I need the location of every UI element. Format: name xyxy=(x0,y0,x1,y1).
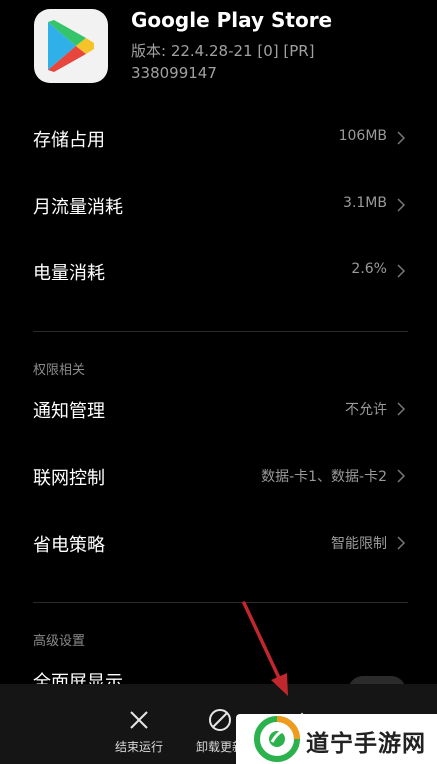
row-value: 2.6% xyxy=(351,261,387,277)
google-play-icon xyxy=(34,9,108,83)
watermark-logo-icon xyxy=(254,716,300,762)
row-label: 联网控制 xyxy=(33,468,105,489)
row-value: 智能限制 xyxy=(331,536,387,552)
watermark-badge: 道宁手游网 xyxy=(236,714,437,764)
row-label: 月流量消耗 xyxy=(33,197,123,218)
battery-usage-row[interactable]: 电量消耗 2.6% xyxy=(0,245,437,301)
force-stop-button[interactable]: 结束运行 xyxy=(99,684,179,764)
row-value: 106MB xyxy=(338,128,387,144)
row-value: 不允许 xyxy=(345,402,387,418)
divider xyxy=(33,331,408,332)
section-header-advanced: 高级设置 xyxy=(33,634,86,649)
row-label: 通知管理 xyxy=(33,401,105,422)
chevron-right-icon xyxy=(397,402,406,416)
watermark-text: 道宁手游网 xyxy=(306,731,426,757)
notification-management-row[interactable]: 通知管理 不允许 xyxy=(0,383,437,439)
chevron-right-icon xyxy=(397,536,406,550)
app-header: Google Play Store 版本: 22.4.28-21 [0] [PR… xyxy=(0,0,437,100)
force-stop-label: 结束运行 xyxy=(114,740,163,754)
row-label: 省电策略 xyxy=(33,535,105,556)
close-icon xyxy=(130,711,148,729)
chevron-right-icon xyxy=(397,469,406,483)
chevron-right-icon xyxy=(397,198,406,212)
divider xyxy=(33,602,408,603)
row-value: 数据-卡1、数据-卡2 xyxy=(261,469,387,485)
data-usage-row[interactable]: 月流量消耗 3.1MB xyxy=(0,179,437,235)
app-version: 版本: 22.4.28-21 [0] [PR] xyxy=(131,42,315,60)
storage-usage-row[interactable]: 存储占用 106MB xyxy=(0,112,437,168)
row-value: 3.1MB xyxy=(343,195,387,211)
row-label: 存储占用 xyxy=(33,130,105,151)
power-saving-policy-row[interactable]: 省电策略 智能限制 xyxy=(0,517,437,573)
chevron-right-icon xyxy=(397,131,406,145)
app-name: Google Play Store xyxy=(131,8,333,32)
row-label: 电量消耗 xyxy=(33,263,105,284)
app-build-number: 338099147 xyxy=(131,64,217,82)
network-control-row[interactable]: 联网控制 数据-卡1、数据-卡2 xyxy=(0,450,437,506)
section-header-permissions: 权限相关 xyxy=(33,363,86,378)
block-icon xyxy=(209,709,231,731)
chevron-right-icon xyxy=(397,264,406,278)
